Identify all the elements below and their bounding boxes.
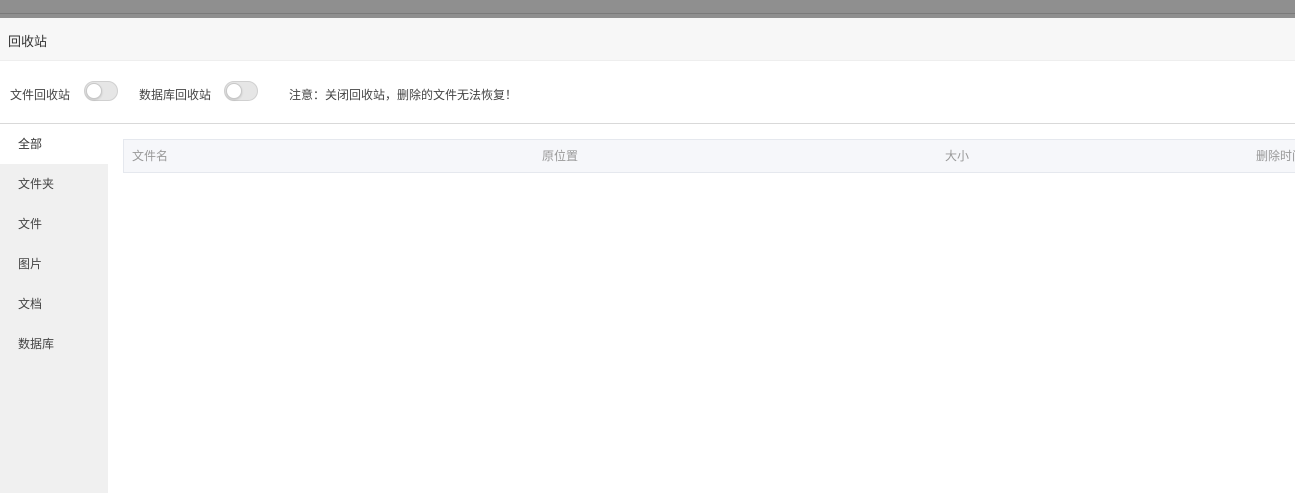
file-recycle-label: 文件回收站 xyxy=(10,88,71,102)
category-sidebar: 全部 文件夹 文件 图片 文档 数据库 xyxy=(0,124,108,493)
column-header-filename[interactable]: 文件名 xyxy=(132,140,168,172)
sidebar-item-files[interactable]: 文件 xyxy=(0,204,108,244)
sidebar-item-images[interactable]: 图片 xyxy=(0,244,108,284)
background-table-strip xyxy=(0,0,1295,18)
recycle-bin-dialog: 回收站 文件回收站 数据库回收站 注意：关闭回收站，删除的文件无法恢复！ 全部 … xyxy=(0,18,1295,493)
toggle-knob xyxy=(226,83,242,99)
sidebar-item-documents[interactable]: 文档 xyxy=(0,284,108,324)
column-header-delete-time[interactable]: 删除时间 xyxy=(1256,140,1295,172)
sidebar-item-folders[interactable]: 文件夹 xyxy=(0,164,108,204)
column-header-size[interactable]: 大小 xyxy=(945,140,969,172)
dialog-title: 回收站 xyxy=(8,35,48,50)
db-recycle-label: 数据库回收站 xyxy=(139,88,212,102)
recycle-settings-bar: 文件回收站 数据库回收站 注意：关闭回收站，删除的文件无法恢复！ xyxy=(0,61,1295,124)
sidebar-item-all[interactable]: 全部 xyxy=(0,124,108,164)
db-recycle-toggle[interactable] xyxy=(224,81,258,101)
sidebar-item-databases[interactable]: 数据库 xyxy=(0,324,108,364)
dialog-header: 回收站 xyxy=(0,18,1295,61)
recycle-notice: 注意：关闭回收站，删除的文件无法恢复！ xyxy=(289,88,518,102)
recycle-table-header: 文件名 原位置 大小 删除时间 xyxy=(123,139,1295,173)
background-divider xyxy=(0,13,1295,14)
toggle-knob xyxy=(86,83,102,99)
column-header-original-location[interactable]: 原位置 xyxy=(542,140,578,172)
file-recycle-toggle[interactable] xyxy=(84,81,118,101)
